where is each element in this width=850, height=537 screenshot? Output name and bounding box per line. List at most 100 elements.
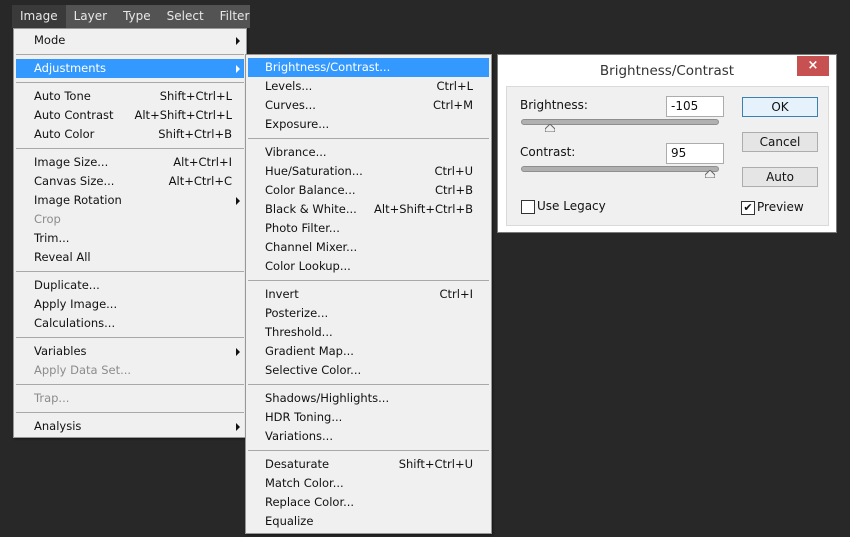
submenu-item-brightness-contrast[interactable]: Brightness/Contrast... <box>248 58 489 77</box>
menu-item-auto-contrast[interactable]: Auto Contrast Alt+Shift+Ctrl+L <box>16 106 244 125</box>
menu-item-label: Canvas Size... <box>34 174 115 188</box>
submenu-item-channel-mixer[interactable]: Channel Mixer... <box>248 238 489 257</box>
menu-item-label: Calculations... <box>34 316 116 330</box>
menu-separator <box>248 138 489 139</box>
menu-item-label: Duplicate... <box>34 278 100 292</box>
menu-item-shortcut: Ctrl+L <box>436 79 473 93</box>
submenu-item-photo-filter[interactable]: Photo Filter... <box>248 219 489 238</box>
menubar-item-filter[interactable]: Filter <box>212 5 258 28</box>
menu-separator <box>16 82 244 83</box>
submenu-item-hue-saturation[interactable]: Hue/Saturation... Ctrl+U <box>248 162 489 181</box>
menu-separator <box>16 384 244 385</box>
submenu-item-shadows-highlights[interactable]: Shadows/Highlights... <box>248 389 489 408</box>
menu-bar: Image Layer Type Select Filter <box>12 5 250 28</box>
submenu-item-curves[interactable]: Curves... Ctrl+M <box>248 96 489 115</box>
submenu-item-black-white[interactable]: Black & White... Alt+Shift+Ctrl+B <box>248 200 489 219</box>
menu-item-label: Vibrance... <box>265 145 327 159</box>
menu-item-label: Auto Tone <box>34 89 91 103</box>
submenu-item-threshold[interactable]: Threshold... <box>248 323 489 342</box>
menu-item-apply-image[interactable]: Apply Image... <box>16 295 244 314</box>
menu-item-duplicate[interactable]: Duplicate... <box>16 276 244 295</box>
menubar-item-layer[interactable]: Layer <box>66 5 115 28</box>
menu-separator <box>248 450 489 451</box>
menu-item-crop: Crop <box>16 210 244 229</box>
submenu-item-match-color[interactable]: Match Color... <box>248 474 489 493</box>
contrast-input[interactable]: 95 <box>666 143 724 164</box>
preview-checkbox[interactable]: ✔ <box>741 201 755 215</box>
menu-item-label: Image Size... <box>34 155 109 169</box>
menu-item-reveal-all[interactable]: Reveal All <box>16 248 244 267</box>
menu-item-label: Color Lookup... <box>265 259 351 273</box>
menu-separator <box>16 337 244 338</box>
menu-item-shortcut: Alt+Shift+Ctrl+B <box>374 202 473 216</box>
ok-button[interactable]: OK <box>742 97 818 117</box>
submenu-item-color-balance[interactable]: Color Balance... Ctrl+B <box>248 181 489 200</box>
submenu-item-replace-color[interactable]: Replace Color... <box>248 493 489 512</box>
use-legacy-checkbox[interactable] <box>521 200 535 214</box>
auto-button[interactable]: Auto <box>742 167 818 187</box>
menu-item-image-size[interactable]: Image Size... Alt+Ctrl+I <box>16 153 244 172</box>
menu-item-trap: Trap... <box>16 389 244 408</box>
brightness-input[interactable]: -105 <box>666 96 724 117</box>
menu-separator <box>16 412 244 413</box>
menu-item-image-rotation[interactable]: Image Rotation <box>16 191 244 210</box>
menu-item-label: Variables <box>34 344 87 358</box>
menu-item-shortcut: Shift+Ctrl+L <box>159 89 232 103</box>
submenu-arrow-icon <box>236 423 240 431</box>
menu-item-shortcut: Shift+Ctrl+U <box>398 457 473 471</box>
menu-item-label: Crop <box>34 212 61 226</box>
preview-label: Preview <box>757 200 804 214</box>
submenu-item-vibrance[interactable]: Vibrance... <box>248 143 489 162</box>
menu-item-label: Channel Mixer... <box>265 240 358 254</box>
submenu-item-posterize[interactable]: Posterize... <box>248 304 489 323</box>
cancel-button[interactable]: Cancel <box>742 132 818 152</box>
brightness-contrast-dialog: Brightness/Contrast × Brightness: -105 C… <box>497 54 837 233</box>
menu-item-variables[interactable]: Variables <box>16 342 244 361</box>
menu-item-shortcut: Alt+Ctrl+I <box>173 155 232 169</box>
menu-item-adjustments[interactable]: Adjustments <box>16 59 244 78</box>
submenu-item-invert[interactable]: Invert Ctrl+I <box>248 285 489 304</box>
submenu-item-color-lookup[interactable]: Color Lookup... <box>248 257 489 276</box>
submenu-item-levels[interactable]: Levels... Ctrl+L <box>248 77 489 96</box>
menu-item-shortcut: Alt+Ctrl+C <box>168 174 232 188</box>
menu-item-label: Apply Image... <box>34 297 118 311</box>
menu-item-label: Gradient Map... <box>265 344 354 358</box>
contrast-slider-track[interactable] <box>521 166 719 172</box>
menu-separator <box>16 271 244 272</box>
submenu-item-desaturate[interactable]: Desaturate Shift+Ctrl+U <box>248 455 489 474</box>
submenu-item-selective-color[interactable]: Selective Color... <box>248 361 489 380</box>
submenu-item-exposure[interactable]: Exposure... <box>248 115 489 134</box>
menu-item-mode[interactable]: Mode <box>16 31 244 50</box>
menu-item-label: Invert <box>265 287 299 301</box>
menubar-item-select[interactable]: Select <box>159 5 212 28</box>
menu-item-label: Desaturate <box>265 457 330 471</box>
menu-item-label: Exposure... <box>265 117 330 131</box>
submenu-item-equalize[interactable]: Equalize <box>248 512 489 531</box>
menubar-item-type[interactable]: Type <box>115 5 159 28</box>
menu-item-auto-tone[interactable]: Auto Tone Shift+Ctrl+L <box>16 87 244 106</box>
contrast-slider-thumb[interactable] <box>705 170 716 178</box>
menu-item-label: Selective Color... <box>265 363 362 377</box>
menu-item-analysis[interactable]: Analysis <box>16 417 244 436</box>
checkmark-icon: ✔ <box>743 201 753 214</box>
use-legacy-label: Use Legacy <box>537 199 606 213</box>
menu-item-label: Equalize <box>265 514 314 528</box>
menu-item-label: Posterize... <box>265 306 329 320</box>
menu-item-label: HDR Toning... <box>265 410 343 424</box>
menu-item-calculations[interactable]: Calculations... <box>16 314 244 333</box>
brightness-slider-thumb[interactable] <box>545 124 556 132</box>
submenu-item-variations[interactable]: Variations... <box>248 427 489 446</box>
menu-item-canvas-size[interactable]: Canvas Size... Alt+Ctrl+C <box>16 172 244 191</box>
submenu-item-hdr-toning[interactable]: HDR Toning... <box>248 408 489 427</box>
menu-item-label: Levels... <box>265 79 313 93</box>
menu-item-shortcut: Ctrl+I <box>439 287 474 301</box>
menu-separator <box>16 54 244 55</box>
menubar-item-image[interactable]: Image <box>12 5 66 28</box>
menu-item-trim[interactable]: Trim... <box>16 229 244 248</box>
close-icon: × <box>807 58 819 73</box>
submenu-item-gradient-map[interactable]: Gradient Map... <box>248 342 489 361</box>
menu-item-auto-color[interactable]: Auto Color Shift+Ctrl+B <box>16 125 244 144</box>
menu-item-label: Match Color... <box>265 476 344 490</box>
close-button[interactable]: × <box>797 56 829 76</box>
menu-item-shortcut: Ctrl+M <box>432 98 473 112</box>
